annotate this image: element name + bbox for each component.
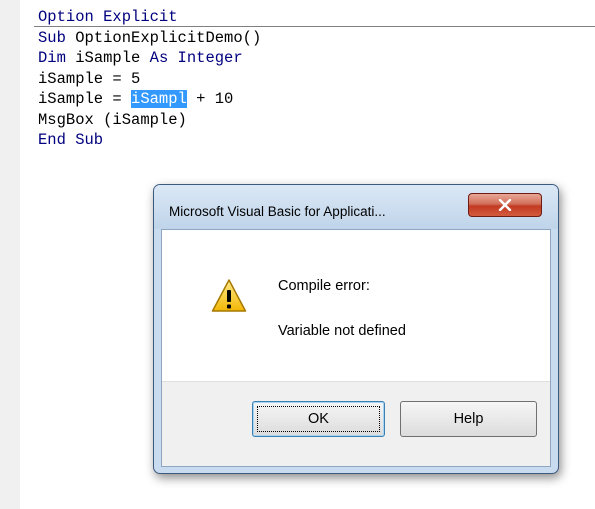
keyword-token: As Integer bbox=[149, 49, 243, 67]
error-heading: Compile error: bbox=[278, 278, 370, 294]
code-token: iSample bbox=[75, 49, 150, 67]
dialog-title: Microsoft Visual Basic for Applicati... bbox=[169, 204, 386, 219]
dialog-titlebar[interactable]: Microsoft Visual Basic for Applicati... bbox=[154, 185, 558, 229]
code-line[interactable]: iSample = 5 bbox=[38, 69, 261, 90]
code-line[interactable]: Dim iSample As Integer bbox=[38, 48, 261, 69]
focus-rectangle bbox=[257, 406, 380, 432]
code-line[interactable]: Option Explicit bbox=[38, 7, 261, 28]
selected-token: iSampl bbox=[131, 90, 187, 108]
close-button[interactable] bbox=[468, 193, 542, 217]
code-line[interactable]: MsgBox (iSample) bbox=[38, 110, 261, 131]
keyword-token: Option Explicit bbox=[38, 8, 178, 26]
ok-button[interactable]: OK bbox=[252, 401, 385, 437]
code-token: OptionExplicitDemo() bbox=[75, 28, 262, 47]
keyword-token: Dim bbox=[38, 49, 76, 67]
code-token: iSample = 5 bbox=[38, 69, 141, 88]
code-token: + 10 bbox=[186, 90, 234, 108]
code-line[interactable]: iSample = iSampl + 10 bbox=[38, 89, 261, 110]
help-button[interactable]: Help bbox=[400, 401, 537, 437]
code-token: MsgBox (iSample) bbox=[38, 110, 187, 129]
dialog-body: Compile error: Variable not defined OK H… bbox=[161, 229, 551, 467]
dialog-footer: OK Help bbox=[162, 381, 550, 466]
close-icon bbox=[498, 199, 512, 211]
compile-error-dialog: Microsoft Visual Basic for Applicati... … bbox=[153, 184, 559, 474]
code-line[interactable]: End Sub bbox=[38, 130, 261, 151]
warning-icon bbox=[211, 279, 247, 312]
code-area[interactable]: Option Explicit Sub OptionExplicitDemo() D… bbox=[38, 7, 261, 151]
help-button-label: Help bbox=[453, 411, 484, 427]
code-token: iSample = bbox=[38, 90, 132, 108]
error-message: Variable not defined bbox=[278, 323, 406, 339]
keyword-token: End Sub bbox=[38, 131, 104, 149]
keyword-token: Sub bbox=[38, 28, 76, 47]
code-line[interactable]: Sub OptionExplicitDemo() bbox=[38, 28, 261, 49]
